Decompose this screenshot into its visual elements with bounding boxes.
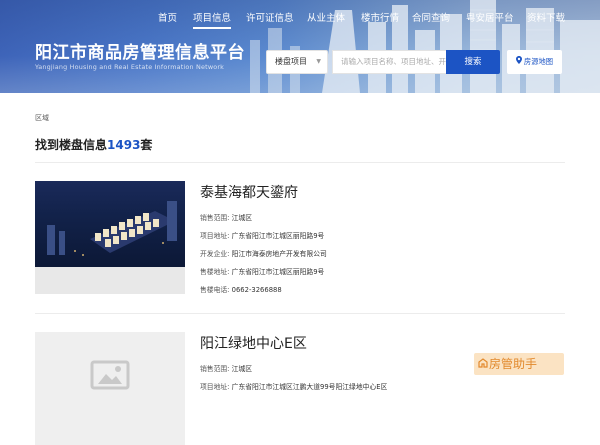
listing-field-sales-office: 售楼地址: 广东省阳江市江城区丽阳路9号 xyxy=(200,268,325,276)
map-button-label: 房源地图 xyxy=(523,57,554,66)
main-nav: 首页 项目信息 许可证信息 从业主体 楼市行情 合同查询 粤安居平台 资料下载 xyxy=(0,13,600,29)
map-pin-icon xyxy=(515,50,522,74)
listing-title[interactable]: 泰基海都天鎏府 xyxy=(200,182,298,202)
listing-title[interactable]: 阳江绿地中心E区 xyxy=(200,333,307,353)
nav-market-trends[interactable]: 楼市行情 xyxy=(361,13,399,25)
listing-field-sales-area: 销售范围: 江城区 xyxy=(200,214,253,222)
divider xyxy=(35,162,565,163)
result-count-heading: 找到楼盘信息1493套 xyxy=(35,136,152,153)
listing-photo-buildings xyxy=(47,201,177,256)
house-icon xyxy=(478,355,488,377)
nav-downloads[interactable]: 资料下载 xyxy=(527,13,565,25)
listing-image[interactable] xyxy=(35,181,185,294)
nav-contract-query[interactable]: 合同查询 xyxy=(412,13,450,25)
nav-license-info[interactable]: 许可证信息 xyxy=(246,13,294,25)
site-subtitle: Yangjiang Housing and Real Estate Inform… xyxy=(35,63,225,71)
watermark-badge: 房管助手 xyxy=(474,353,564,375)
search-input[interactable]: 请输入项目名称、项目地址、开 xyxy=(332,50,446,74)
site-title: 阳江市商品房管理信息平台 xyxy=(35,43,245,63)
listing-field-address: 项目地址: 广东省阳江市江城区江鹏大道99号阳江绿地中心E区 xyxy=(200,383,388,391)
search-category-select[interactable]: 楼盘项目 ▼ xyxy=(266,50,328,74)
nav-yue-anju[interactable]: 粤安居平台 xyxy=(466,13,514,25)
result-prefix: 找到楼盘信息 xyxy=(35,138,108,152)
image-placeholder-icon xyxy=(90,360,130,390)
nav-practitioners[interactable]: 从业主体 xyxy=(307,13,345,25)
listing-field-address: 项目地址: 广东省阳江市江城区丽阳路9号 xyxy=(200,232,325,240)
header-banner: 首页 项目信息 许可证信息 从业主体 楼市行情 合同查询 粤安居平台 资料下载 … xyxy=(0,0,600,93)
chevron-down-icon: ▼ xyxy=(316,58,321,65)
listing-field-phone: 售楼电话: 0662-3266888 xyxy=(200,286,282,294)
search-button[interactable]: 搜索 xyxy=(446,50,500,74)
region-filter-label: 区域 xyxy=(35,114,49,122)
watermark-text: 房管助手 xyxy=(489,357,538,371)
nav-home[interactable]: 首页 xyxy=(158,13,177,25)
result-suffix: 套 xyxy=(140,138,153,152)
divider xyxy=(35,313,565,314)
result-count: 1493 xyxy=(107,138,141,152)
map-button[interactable]: 房源地图 xyxy=(507,50,562,74)
nav-active-indicator xyxy=(193,27,231,29)
nav-project-info[interactable]: 项目信息 xyxy=(193,13,231,25)
listing-field-developer: 开发企业: 阳江市海泰房地产开发有限公司 xyxy=(200,250,327,258)
search-category-value: 楼盘项目 xyxy=(275,57,307,66)
listing-image[interactable] xyxy=(35,332,185,445)
listing-field-sales-area: 销售范围: 江城区 xyxy=(200,365,253,373)
